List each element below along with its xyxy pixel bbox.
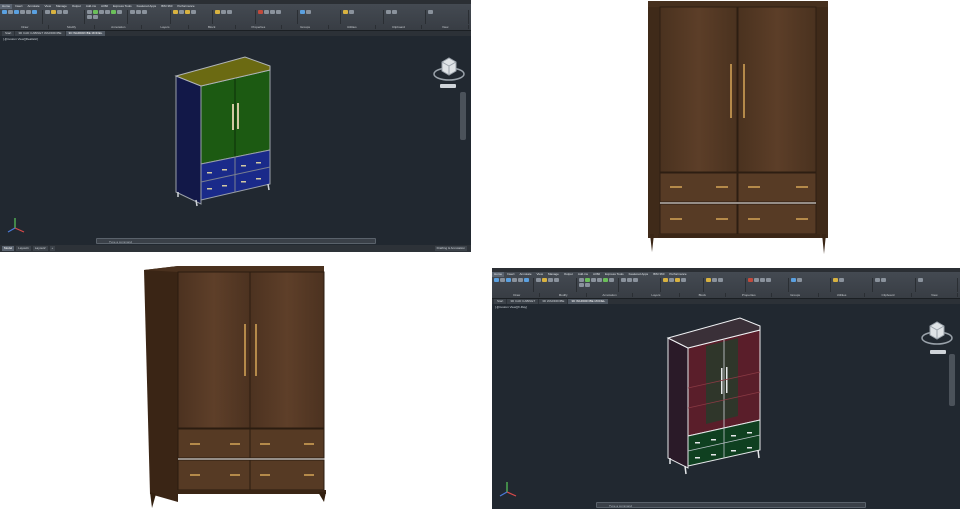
workspace-switch[interactable]: Drafting & Annotation — [434, 246, 467, 251]
model-tab[interactable]: Model — [2, 246, 15, 251]
cad-window-realistic: Home Insert Annotate View Manage Output … — [0, 0, 471, 252]
viewcube-icon[interactable] — [920, 316, 954, 350]
vertical-scrollbar[interactable] — [949, 354, 955, 406]
vertical-scrollbar[interactable] — [460, 92, 466, 140]
status-bar: Model Layout1 Layout2 + Drafting & Annot… — [0, 245, 471, 252]
cad-window-xray: Home Insert Annotate View Manage Output … — [492, 268, 960, 509]
ucs-icon — [7, 218, 25, 233]
wcs-menu[interactable] — [440, 84, 456, 88]
wardrobe-model-realistic[interactable] — [0, 0, 471, 252]
command-line[interactable]: Type a command — [596, 502, 866, 508]
command-line[interactable]: Type a command — [96, 238, 376, 244]
layout-tab[interactable]: Layout2 — [32, 246, 48, 251]
ucs-icon — [499, 482, 517, 497]
viewcube-icon[interactable] — [432, 52, 466, 86]
wardrobe-front-image — [648, 1, 828, 254]
wardrobe-angle-image — [144, 266, 326, 508]
add-layout-icon[interactable]: + — [49, 246, 56, 251]
wardrobe-photo-front — [630, 0, 850, 258]
wardrobe-photo-angle — [140, 262, 335, 509]
wardrobe-model-xray[interactable] — [492, 268, 960, 509]
wcs-menu[interactable] — [930, 350, 946, 354]
layout-tab[interactable]: Layout1 — [16, 246, 31, 251]
